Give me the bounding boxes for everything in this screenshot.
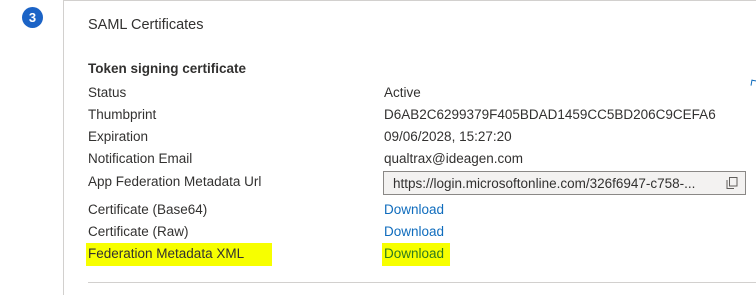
federation-metadata-xml-download-link[interactable]: Download [384, 246, 444, 261]
certificate-raw-download-link[interactable]: Download [384, 224, 444, 239]
metadata-url-value: https://login.microsoftonline.com/326f69… [393, 175, 696, 191]
panel-title: SAML Certificates [88, 17, 204, 33]
expiration-value: 09/06/2028, 15:27:20 [384, 129, 512, 144]
notification-email-value: qualtrax@ideagen.com [384, 151, 524, 166]
expiration-label: Expiration [88, 129, 149, 144]
step-badge: 3 [22, 7, 43, 28]
metadata-url-field[interactable]: https://login.microsoftonline.com/326f69… [383, 171, 746, 195]
certificate-base64-label: Certificate (Base64) [88, 202, 208, 217]
thumbprint-value: D6AB2C6299379F405BDAD1459CC5BD206C9CEFA6 [384, 107, 716, 122]
copy-icon[interactable] [725, 176, 739, 190]
section-title: Token signing certificate [88, 61, 247, 76]
status-value: Active [384, 85, 421, 100]
step-number: 3 [28, 10, 37, 25]
bottom-divider [88, 282, 756, 283]
federation-metadata-xml-label: Federation Metadata XML [88, 246, 245, 261]
notification-email-label: Notification Email [88, 151, 193, 166]
thumbprint-label: Thumbprint [88, 107, 157, 122]
certificate-raw-label: Certificate (Raw) [88, 224, 189, 239]
metadata-url-label: App Federation Metadata Url [88, 174, 262, 189]
edge-indicator-icon [750, 79, 756, 87]
status-label: Status [88, 85, 127, 100]
certificate-base64-download-link[interactable]: Download [384, 202, 444, 217]
